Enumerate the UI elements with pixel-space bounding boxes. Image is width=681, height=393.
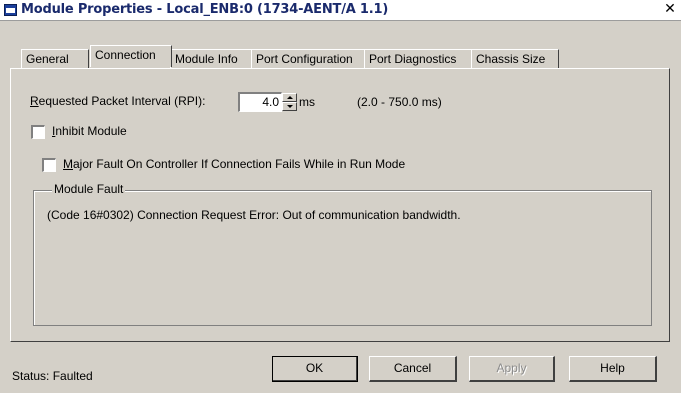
apply-button[interactable]: Apply xyxy=(469,356,555,382)
spin-up-button[interactable] xyxy=(282,93,297,102)
rpi-unit: ms xyxy=(299,95,315,109)
rpi-spinner[interactable] xyxy=(282,93,297,111)
close-icon[interactable]: ✕ xyxy=(663,2,677,17)
rpi-range: (2.0 - 750.0 ms) xyxy=(357,95,442,109)
tab-module-info[interactable]: Module Info xyxy=(170,49,254,68)
arrow-down-icon xyxy=(287,105,293,108)
arrow-up-icon xyxy=(287,96,293,99)
status-text: Status: Faulted xyxy=(12,369,93,383)
module-fault-legend: Module Fault xyxy=(52,182,126,196)
window-icon xyxy=(4,4,17,16)
tab-port-configuration[interactable]: Port Configuration xyxy=(251,49,367,68)
major-fault-checkbox[interactable] xyxy=(42,158,56,172)
cancel-button[interactable]: Cancel xyxy=(369,356,457,382)
title-bar: Module Properties - Local_ENB:0 (1734-AE… xyxy=(0,0,681,21)
module-fault-message: (Code 16#0302) Connection Request Error:… xyxy=(47,208,461,222)
tab-connection[interactable]: Connection xyxy=(90,45,172,67)
ok-button[interactable]: OK xyxy=(272,356,358,382)
major-fault-label[interactable]: Major Fault On Controller If Connection … xyxy=(63,157,405,171)
inhibit-module-checkbox[interactable] xyxy=(31,125,45,139)
tab-port-diagnostics[interactable]: Port Diagnostics xyxy=(364,49,474,68)
window-title: Module Properties - Local_ENB:0 (1734-AE… xyxy=(21,2,389,17)
inhibit-module-label[interactable]: Inhibit Module xyxy=(52,124,127,138)
spin-down-button[interactable] xyxy=(282,102,297,111)
help-button[interactable]: Help xyxy=(569,356,657,382)
rpi-input[interactable]: 4.0 xyxy=(238,92,282,112)
tab-chassis-size[interactable]: Chassis Size xyxy=(471,49,559,68)
rpi-label: Requested Packet Interval (RPI): xyxy=(30,94,206,108)
tab-general[interactable]: General xyxy=(21,49,89,68)
